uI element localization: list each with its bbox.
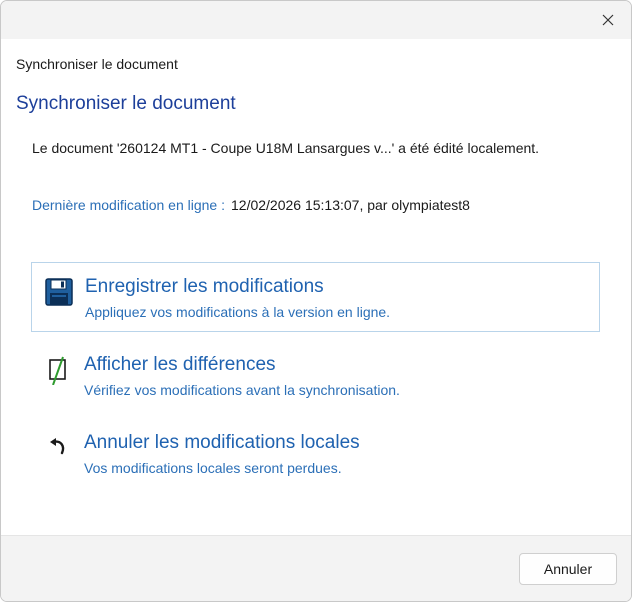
dialog-footer: Annuler	[1, 535, 631, 601]
save-changes-title: Enregistrer les modifications	[85, 276, 324, 297]
discard-local-changes-title: Annuler les modifications locales	[84, 432, 360, 453]
last-modified-row: Dernière modification en ligne : 12/02/20…	[32, 197, 470, 213]
undo-arrow-icon	[50, 438, 65, 455]
show-differences-title: Afficher les différences	[84, 354, 276, 375]
discard-local-changes-subtitle: Vos modifications locales seront perdues…	[84, 460, 342, 476]
header-title: Synchroniser le document	[16, 56, 178, 72]
discard-local-changes-command[interactable]: Annuler les modifications locales Vos mo…	[31, 419, 600, 489]
cancel-button[interactable]: Annuler	[519, 553, 617, 585]
page-title: Synchroniser le document	[16, 93, 236, 114]
compare-diff-icon	[49, 356, 66, 385]
save-changes-subtitle: Appliquez vos modifications à la version…	[85, 304, 391, 320]
show-differences-subtitle: Vérifiez vos modifications avant la sync…	[84, 382, 400, 398]
close-icon	[602, 14, 614, 26]
sync-dialog: Synchroniser le document Synchroniser le…	[0, 0, 632, 602]
close-button[interactable]	[593, 5, 623, 35]
save-changes-command[interactable]: Enregistrer les modifications Appliquez …	[31, 262, 600, 332]
info-message: Le document '260124 MT1 - Coupe U18M Lan…	[32, 140, 540, 156]
last-modified-label: Dernière modification en ligne :	[32, 197, 225, 213]
title-bar	[1, 1, 631, 39]
last-modified-value: 12/02/2026 15:13:07, par olympiatest8	[231, 197, 470, 213]
floppy-disk-icon	[45, 278, 73, 306]
show-differences-command[interactable]: Afficher les différences Vérifiez vos mo…	[31, 341, 600, 411]
